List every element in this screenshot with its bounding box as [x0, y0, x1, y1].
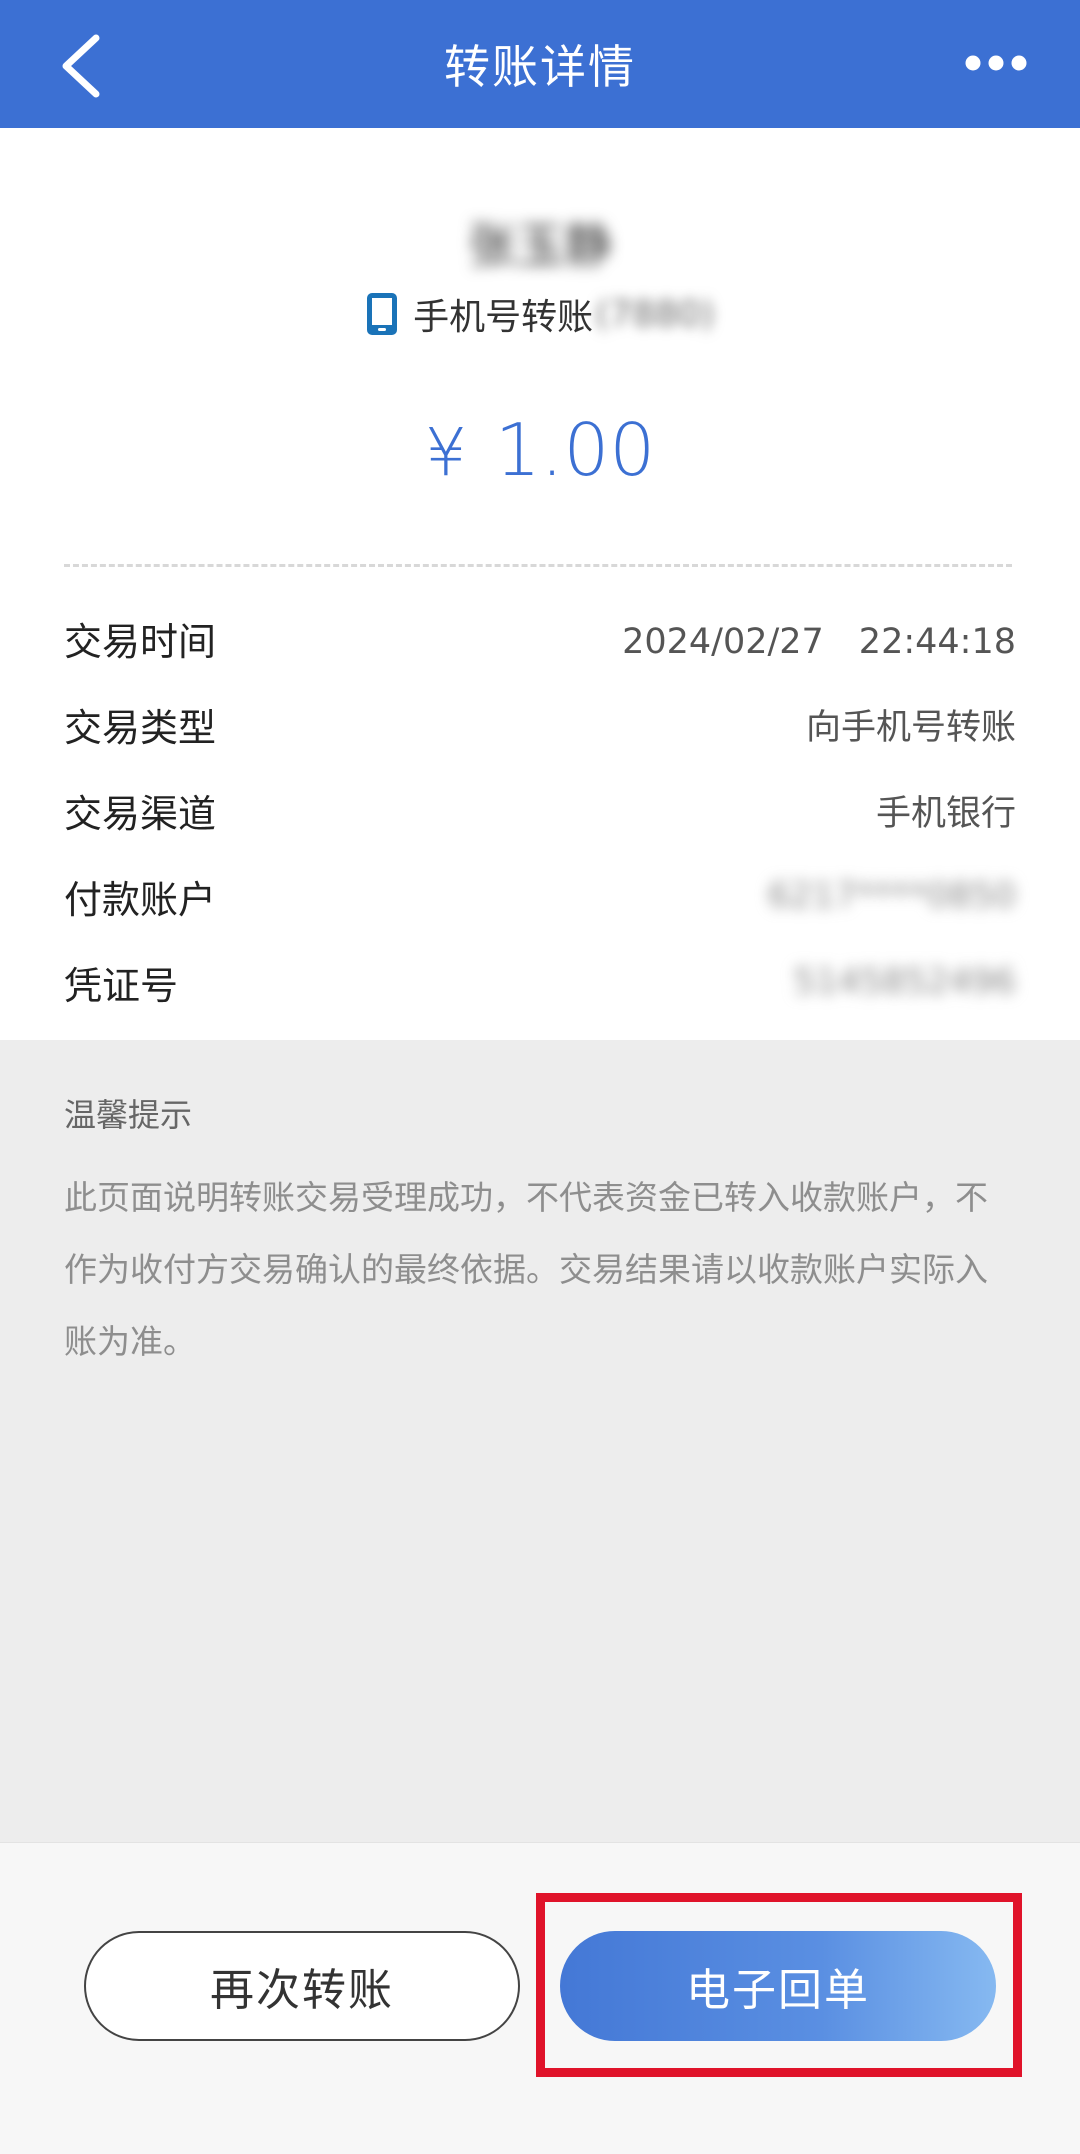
transfer-method: 手机号转账 (7880)	[0, 288, 1080, 340]
highlight-annotation-box	[536, 1893, 1022, 2077]
detail-row-time: 交易时间 2024/02/27 22:44:18	[64, 608, 1016, 668]
detail-value: 2024/02/27 22:44:18	[622, 621, 1016, 662]
more-icon[interactable]	[964, 52, 1028, 74]
detail-label: 交易渠道	[64, 791, 217, 836]
dashed-divider	[64, 564, 1012, 567]
detail-value: 手机银行	[875, 793, 1016, 834]
transfer-summary-card: 张玉静 手机号转账 (7880) ¥1.00 交易时间 2024/02/27 2…	[0, 128, 1080, 1040]
detail-row-channel: 交易渠道 手机银行	[64, 780, 1016, 840]
top-nav-bar: 转账详情	[0, 0, 1080, 128]
payee-name: 张玉静	[467, 218, 612, 274]
currency-symbol: ¥	[424, 414, 467, 491]
back-arrow-icon[interactable]	[52, 34, 112, 98]
transfer-amount: ¥1.00	[0, 408, 1080, 492]
phone-icon	[367, 293, 398, 335]
tips-title: 温馨提示	[64, 1096, 193, 1134]
detail-value: 6217****0850	[767, 876, 1016, 916]
detail-row-voucher: 凭证号 5145852496	[64, 952, 1016, 1012]
page-title: 转账详情	[444, 40, 636, 94]
transfer-method-suffix: (7880)	[595, 293, 715, 335]
detail-label: 交易时间	[64, 619, 217, 664]
bottom-action-bar: 再次转账 电子回单	[0, 1842, 1080, 2154]
amount-value: 1.00	[494, 408, 656, 492]
detail-value: 向手机号转账	[805, 707, 1016, 748]
detail-label: 付款账户	[64, 877, 217, 922]
transfer-method-label: 手机号转账	[413, 297, 594, 338]
tips-section: 温馨提示 此页面说明转账交易受理成功，不代表资金已转入收款账户，不作为收付方交易…	[64, 1090, 1004, 1378]
detail-value: 5145852496	[793, 962, 1016, 1002]
detail-label: 凭证号	[64, 963, 179, 1008]
detail-row-account: 付款账户 6217****0850	[64, 866, 1016, 926]
transfer-again-button[interactable]: 再次转账	[84, 1931, 520, 2041]
detail-row-type: 交易类型 向手机号转账	[64, 694, 1016, 754]
tips-body: 此页面说明转账交易受理成功，不代表资金已转入收款账户，不作为收付方交易确认的最终…	[64, 1178, 988, 1361]
detail-label: 交易类型	[64, 705, 217, 750]
